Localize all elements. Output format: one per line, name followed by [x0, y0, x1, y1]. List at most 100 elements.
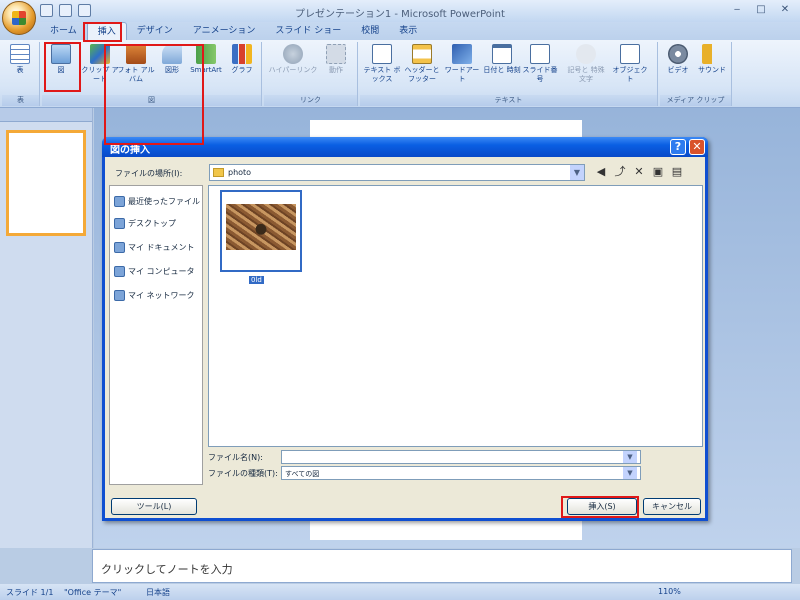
hyperlink-button[interactable]: ハイパーリンク — [268, 44, 318, 75]
date-time-button-label: 日付と 時刻 — [483, 66, 521, 74]
table-button[interactable]: 表 — [2, 44, 38, 75]
action-button[interactable]: 動作 — [318, 44, 354, 75]
status-bar: スライド 1/1 "Office テーマ" 日本語 110% — [0, 584, 800, 600]
slide-number-button[interactable]: スライド番号 — [520, 44, 560, 84]
status-zoom[interactable]: 110% — [658, 587, 681, 596]
chevron-down-icon[interactable]: ▼ — [570, 165, 584, 180]
slide-thumbnail[interactable] — [6, 130, 86, 236]
status-language[interactable]: 日本語 — [146, 587, 170, 598]
group-links: ハイパーリンク 動作 リンク — [264, 42, 358, 106]
look-in-label: ファイルの場所(I): — [115, 169, 183, 178]
speaker-icon — [702, 44, 722, 64]
filetype-dropdown-icon[interactable]: ▼ — [623, 467, 637, 479]
slides-panel — [0, 108, 93, 548]
window-controls: ‒ □ ✕ — [726, 2, 796, 18]
wordart-button-label: ワードアート — [444, 66, 480, 83]
recent-icon — [114, 196, 125, 207]
group-table: 表 表 — [2, 42, 40, 106]
hyperlink-icon — [283, 44, 303, 64]
sound-button[interactable]: サウンド — [694, 44, 730, 75]
object-button[interactable]: オブジェクト — [610, 44, 650, 84]
group-media: ビデオ サウンド メディア クリップ — [660, 42, 732, 106]
dialog-close-icon[interactable]: ✕ — [689, 139, 705, 155]
place-computer-label: マイ コンピュータ — [128, 267, 195, 276]
wordart-button[interactable]: ワードアート — [442, 44, 482, 84]
tab-home[interactable]: ホーム — [40, 22, 87, 40]
chart-button-label: グラフ — [231, 66, 253, 74]
maximize-icon[interactable]: □ — [750, 2, 772, 18]
highlight-picture-button — [44, 42, 81, 92]
group-label-links: リンク — [264, 95, 357, 106]
highlight-insert-button — [561, 496, 639, 518]
textbox-button-label: テキスト ボックス — [363, 66, 401, 83]
slides-outline-tabs[interactable] — [0, 108, 92, 122]
tab-slideshow[interactable]: スライド ショー — [265, 22, 351, 40]
delete-icon[interactable]: ✕ — [631, 164, 647, 180]
group-label-table: 表 — [2, 95, 39, 106]
help-icon[interactable]: ? — [670, 139, 686, 155]
window-title: プレゼンテーション1 - Microsoft PowerPoint — [295, 9, 505, 20]
highlight-insert-tab — [83, 22, 122, 42]
filename-label: ファイル名(N): — [208, 453, 263, 462]
place-recent[interactable]: 最近使ったファイル — [114, 196, 200, 207]
filename-dropdown-icon[interactable]: ▼ — [623, 451, 637, 463]
tab-review[interactable]: 校閲 — [351, 22, 389, 40]
close-icon[interactable]: ✕ — [774, 2, 796, 18]
textbox-button[interactable]: テキスト ボックス — [362, 44, 402, 84]
notes-pane[interactable]: クリックしてノートを入力 — [92, 549, 792, 583]
minimize-icon[interactable]: ‒ — [726, 2, 748, 18]
header-footer-icon — [412, 44, 432, 64]
group-text: テキスト ボックス ヘッダーと フッター ワードアート 日付と 時刻 スライド番… — [360, 42, 658, 106]
tab-animations[interactable]: アニメーション — [183, 22, 266, 40]
textbox-icon — [372, 44, 392, 64]
office-logo-icon — [12, 11, 26, 25]
group-label-text: テキスト — [360, 95, 657, 106]
place-desktop-label: デスクトップ — [128, 219, 176, 228]
object-icon — [620, 44, 640, 64]
folder-icon — [213, 168, 224, 177]
tab-view[interactable]: 表示 — [389, 22, 427, 40]
action-button-label: 動作 — [329, 66, 343, 74]
highlight-file-thumbnail — [104, 44, 204, 145]
look-in-combo[interactable]: photo ▼ — [209, 164, 585, 181]
sound-button-label: サウンド — [698, 66, 726, 74]
dialog-toolbar: ◀ ⤴ ✕ ▣ ▤ — [593, 164, 685, 180]
computer-icon — [114, 266, 125, 277]
place-network[interactable]: マイ ネットワーク — [114, 290, 195, 301]
documents-icon — [114, 242, 125, 253]
places-bar: 最近使ったファイル デスクトップ マイ ドキュメント マイ コンピュータ マイ … — [109, 185, 203, 485]
chart-button[interactable]: グラフ — [222, 44, 262, 75]
file-caption[interactable]: 0ld — [249, 276, 264, 284]
tools-button[interactable]: ツール(L) — [111, 498, 197, 515]
filename-input[interactable] — [281, 450, 641, 464]
place-desktop[interactable]: デスクトップ — [114, 218, 176, 229]
up-folder-icon[interactable]: ⤴ — [612, 164, 628, 180]
place-documents[interactable]: マイ ドキュメント — [114, 242, 195, 253]
wordart-icon — [452, 44, 472, 64]
notes-placeholder: クリックしてノートを入力 — [101, 563, 233, 576]
symbol-button[interactable]: 記号と 特殊文字 — [566, 44, 606, 84]
file-list: 0ld — [208, 185, 703, 447]
filetype-select[interactable]: すべての図 — [281, 466, 641, 480]
omega-icon — [576, 44, 596, 64]
movie-button[interactable]: ビデオ — [660, 44, 696, 75]
date-time-button[interactable]: 日付と 時刻 — [482, 44, 522, 75]
views-icon[interactable]: ▤ — [669, 164, 685, 180]
place-computer[interactable]: マイ コンピュータ — [114, 266, 195, 277]
photo-thumbnail-image — [226, 204, 296, 250]
filetype-value: すべての図 — [285, 470, 320, 478]
office-button[interactable] — [2, 1, 36, 35]
tab-design[interactable]: デザイン — [127, 22, 183, 40]
new-folder-icon[interactable]: ▣ — [650, 164, 666, 180]
look-in-value: photo — [228, 168, 252, 177]
hyperlink-button-label: ハイパーリンク — [268, 66, 318, 74]
cancel-button[interactable]: キャンセル — [643, 498, 701, 515]
filetype-label: ファイルの種類(T): — [208, 469, 278, 478]
film-reel-icon — [668, 44, 688, 64]
file-thumbnail[interactable] — [220, 190, 302, 272]
slide-number-button-label: スライド番号 — [522, 66, 558, 83]
network-icon — [114, 290, 125, 301]
symbol-button-label: 記号と 特殊文字 — [567, 66, 605, 83]
back-icon[interactable]: ◀ — [593, 164, 609, 180]
header-footer-button[interactable]: ヘッダーと フッター — [402, 44, 442, 84]
